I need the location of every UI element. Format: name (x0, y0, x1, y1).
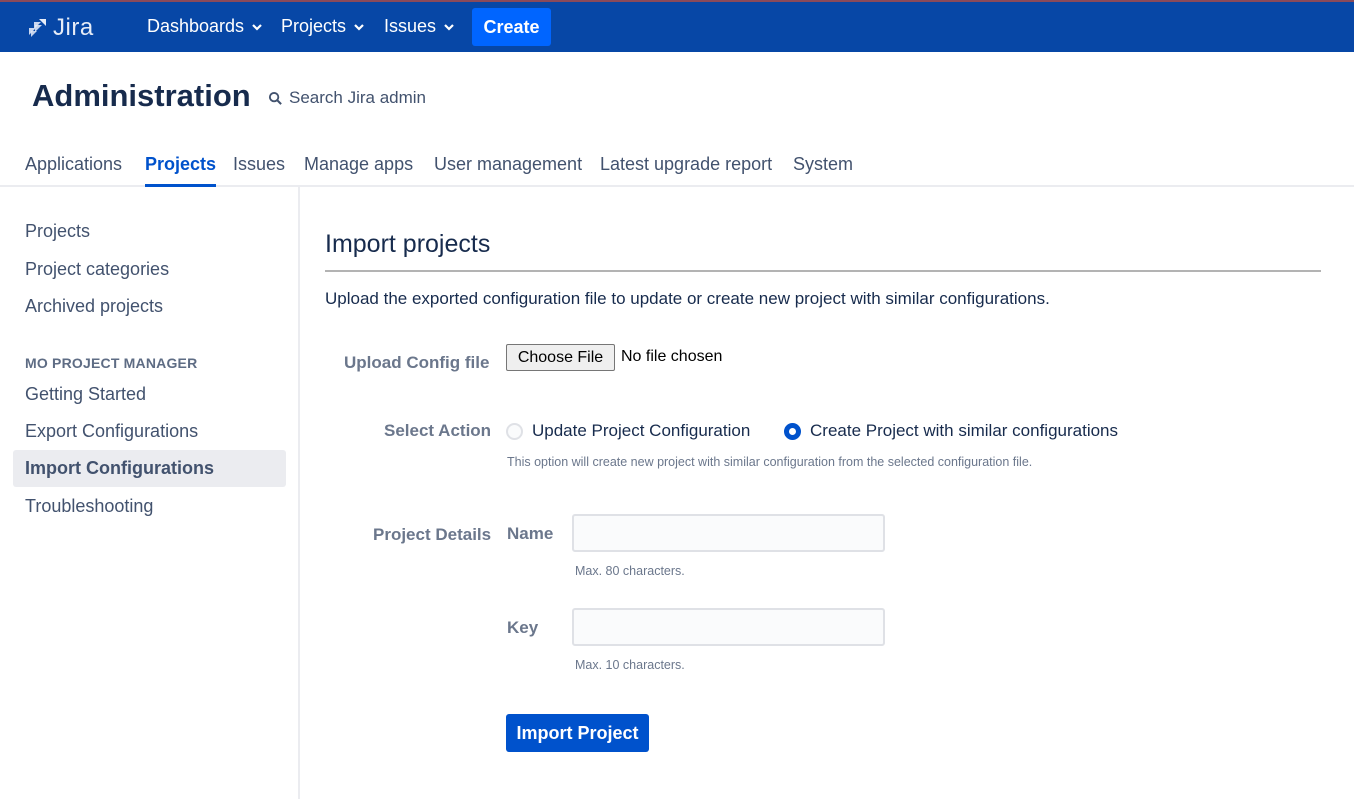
select-action-label: Select Action (384, 421, 492, 440)
chevron-down-icon (444, 23, 454, 31)
nav-issues-label: Issues (384, 16, 437, 36)
choose-file-button[interactable]: Choose File (506, 344, 615, 371)
sidebar-item-getting-started[interactable]: Getting Started (13, 376, 286, 413)
key-label: Key (507, 618, 539, 637)
radio-update-label: Update Project Configuration (532, 421, 751, 440)
create-button[interactable]: Create (472, 8, 551, 46)
radio-unchecked-icon (506, 422, 523, 440)
nav-dashboards[interactable]: Dashboards (147, 16, 262, 37)
tab-applications[interactable]: Applications (25, 154, 122, 187)
nav-projects-label: Projects (281, 16, 347, 36)
top-navigation-bar: Jira Dashboards Projects Issues Create (0, 0, 1354, 52)
sidebar-item-troubleshooting[interactable]: Troubleshooting (13, 488, 286, 525)
tab-projects[interactable]: Projects (145, 154, 217, 187)
search-jira-admin[interactable]: Search Jira admin (268, 88, 426, 108)
tab-user-management[interactable]: User management (434, 154, 582, 187)
key-help-text: Max. 10 characters. (575, 658, 685, 672)
name-label: Name (507, 524, 554, 543)
sidebar-item-project-categories[interactable]: Project categories (13, 251, 286, 288)
admin-tabs: Applications Projects Issues Manage apps… (0, 150, 1354, 187)
chevron-down-icon (354, 23, 364, 31)
radio-create-project[interactable]: Create Project with similar configuratio… (784, 421, 1118, 441)
radio-checked-icon (784, 422, 801, 440)
jira-logo[interactable]: Jira (25, 14, 94, 42)
sidebar: Projects Project categories Archived pro… (0, 187, 300, 799)
import-projects-title: Import projects (325, 230, 491, 258)
logo-text: Jira (53, 14, 94, 41)
intro-text: Upload the exported configuration file t… (325, 289, 1050, 308)
sidebar-item-import-configurations[interactable]: Import Configurations (13, 450, 286, 487)
project-key-input[interactable] (572, 608, 885, 646)
tab-latest-upgrade-report[interactable]: Latest upgrade report (600, 154, 772, 187)
jira-logo-icon (29, 19, 46, 37)
radio-create-label: Create Project with similar configuratio… (810, 421, 1119, 440)
nav-dashboards-label: Dashboards (147, 16, 245, 36)
name-help-text: Max. 80 characters. (575, 564, 685, 578)
sidebar-section-heading: MO PROJECT MANAGER (25, 355, 198, 371)
upload-config-label: Upload Config file (344, 353, 490, 372)
search-icon (268, 91, 282, 105)
sidebar-item-projects[interactable]: Projects (13, 213, 286, 250)
nav-projects[interactable]: Projects (281, 16, 364, 37)
chevron-down-icon (252, 23, 262, 31)
import-project-button[interactable]: Import Project (506, 714, 649, 752)
tab-manage-apps[interactable]: Manage apps (304, 154, 413, 187)
sidebar-item-archived-projects[interactable]: Archived projects (13, 288, 286, 325)
tab-issues[interactable]: Issues (233, 154, 285, 187)
tab-system[interactable]: System (793, 154, 853, 187)
sidebar-item-export-configurations[interactable]: Export Configurations (13, 413, 286, 450)
action-help-text: This option will create new project with… (507, 455, 1033, 469)
project-name-input[interactable] (572, 514, 885, 552)
page-header-title: Administration (32, 78, 251, 113)
radio-update-project-configuration[interactable]: Update Project Configuration (506, 421, 750, 441)
nav-issues[interactable]: Issues (384, 16, 454, 37)
search-jira-admin-label: Search Jira admin (289, 88, 427, 107)
title-divider (325, 270, 1321, 272)
file-status: No file chosen (621, 348, 723, 365)
project-details-label: Project Details (373, 525, 492, 544)
